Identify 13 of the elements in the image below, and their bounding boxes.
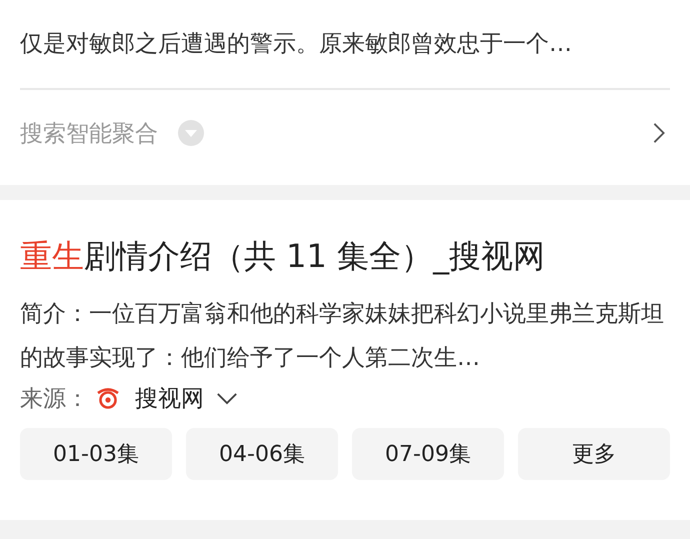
- episode-button[interactable]: 04-06集: [186, 428, 338, 480]
- result-title[interactable]: 重生剧情介绍（共 11 集全）_搜视网: [20, 228, 670, 284]
- aggregate-label: 搜索智能聚合: [20, 120, 158, 148]
- episode-button[interactable]: 07-09集: [352, 428, 504, 480]
- source-label: 来源：: [20, 384, 89, 414]
- episode-button[interactable]: 更多: [518, 428, 670, 480]
- eye-logo-icon: [95, 387, 121, 409]
- caret-down-icon[interactable]: [216, 392, 238, 404]
- episode-button[interactable]: 01-03集: [20, 428, 172, 480]
- result-snippet: 简介：一位百万富翁和他的科学家妹妹把科幻小说里弗兰克斯坦的故事实现了：他们给予了一个人第二次生…: [20, 300, 665, 373]
- chevron-right-icon[interactable]: [652, 122, 666, 144]
- result-snippet: 仅是对敏郎之后遭遇的警示。原来敏郎曾效忠于一个…: [20, 22, 670, 90]
- source-name[interactable]: 搜视网: [135, 382, 204, 414]
